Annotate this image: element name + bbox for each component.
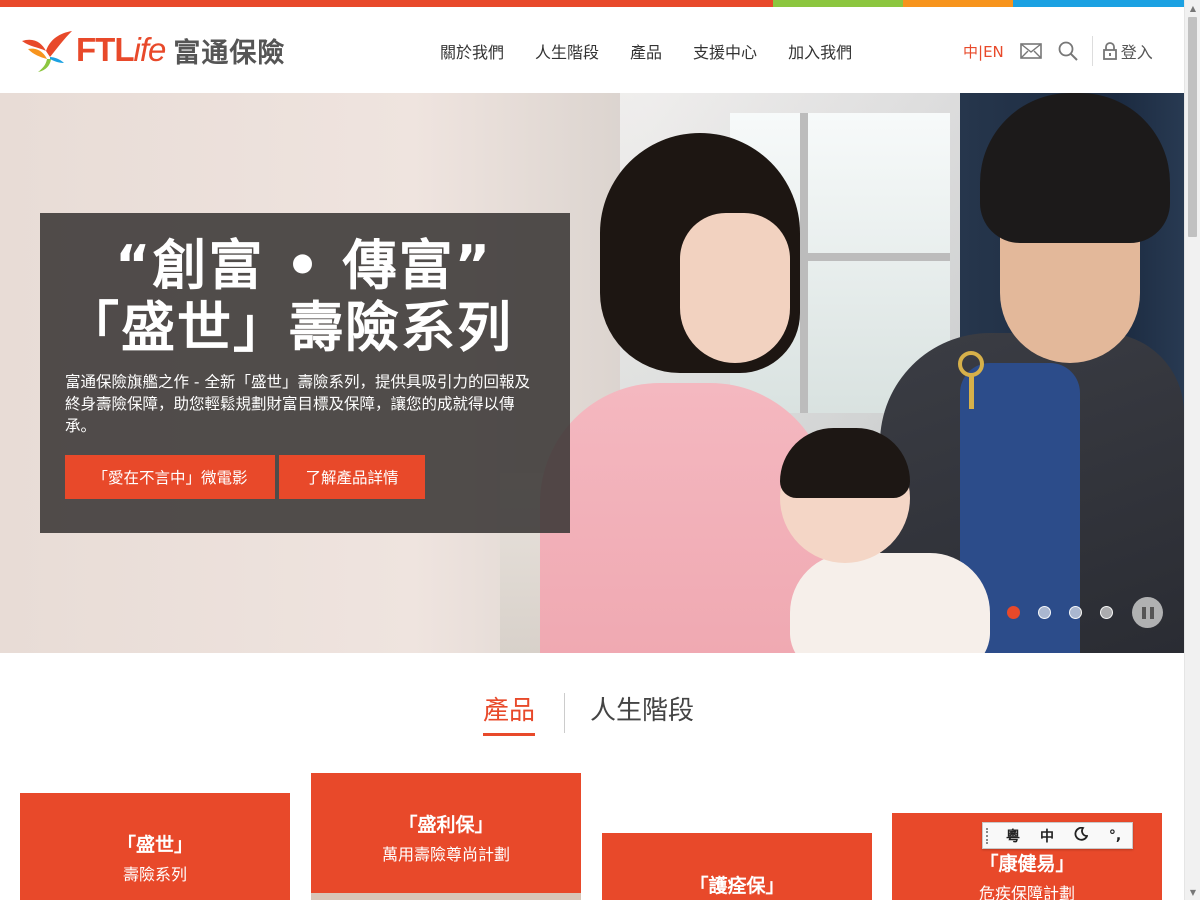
strip-segment-red [0,0,773,7]
golden-key-stem [969,375,974,409]
ime-punctuation-button[interactable]: °, [1098,828,1132,844]
product-subtitle: 危疾保障計劃 [978,884,1075,900]
carousel-dot-4[interactable] [1100,606,1113,619]
scroll-down-icon[interactable]: ▼ [1185,884,1200,900]
tab-life-stages[interactable]: 人生階段 [590,690,694,727]
carousel-dot-1[interactable] [1007,606,1020,619]
top-color-strip [0,0,1184,7]
scroll-up-icon[interactable]: ▲ [1185,0,1200,16]
hero-title-line1: “創富 • 傳富” [115,234,493,297]
hero-baby-body [790,553,990,653]
nav-support-centre[interactable]: 支援中心 [693,39,757,63]
login-button[interactable]: 登入 [1102,39,1153,63]
language-switch: 中|EN [963,41,1004,62]
brand-logo[interactable]: FTLife 富通保險 [20,27,285,73]
carousel-dot-2[interactable] [1038,606,1051,619]
watch-micro-film-button[interactable]: 「愛在不言中」微電影 [65,455,275,499]
product-name: 「盛利保」 [398,814,494,836]
search-icon[interactable] [1058,41,1078,61]
lang-chinese[interactable]: 中 [963,43,978,61]
section-tabs: 產品 人生階段 [0,690,1184,740]
ime-chinese-button[interactable]: 中 [1030,826,1064,846]
carousel-dot-3[interactable] [1069,606,1082,619]
utility-bar: 中|EN 登入 [963,36,1153,66]
logo-ftl: FTL [76,31,134,68]
hero-description: 富通保險旗艦之作 - 全新「盛世」壽險系列，提供具吸引力的回報及終身壽險保障，助… [65,373,530,435]
hero-title-line2: 「盛世」壽險系列 [65,296,513,359]
product-name: 「康健易」 [979,853,1075,875]
hero-title: “創富 • 傳富” 「盛世」壽險系列 [65,235,545,359]
ime-cantonese-button[interactable]: 粵 [996,826,1030,846]
bird-logo-icon [22,31,72,72]
logo-chinese-text: 富通保險 [173,37,286,69]
product-subtitle: 萬用壽險尊尚計劃 [381,845,510,864]
site-header: FTLife 富通保險 關於我們 人生階段 產品 支援中心 加入我們 中|EN … [0,7,1184,93]
main-nav: 關於我們 人生階段 產品 支援中心 加入我們 [440,39,883,63]
tab-divider [564,693,565,733]
moon-icon[interactable] [1064,826,1098,845]
golden-key-icon [958,351,984,377]
product-details-button[interactable]: 了解產品詳情 [279,455,425,499]
strip-segment-blue [1013,0,1184,7]
product-card-shengshi[interactable]: 「盛世」 壽險系列 [20,793,290,900]
carousel-dots [1007,606,1113,619]
nav-join-us[interactable]: 加入我們 [788,39,852,63]
ime-toolbar: 粵 中 °, [982,822,1133,849]
hero-banner: “創富 • 傳富” 「盛世」壽險系列 富通保險旗艦之作 - 全新「盛世」壽險系列… [0,93,1184,653]
logo-ife: ife [133,31,166,68]
logo-latin-text: FTLife [76,31,166,69]
product-subtitle: 壽險系列 [122,865,187,884]
nav-about-us[interactable]: 關於我們 [440,39,504,63]
vertical-scrollbar[interactable]: ▲ ▼ [1184,0,1200,900]
product-name: 「盛世」 [116,834,193,856]
strip-segment-green [773,0,903,7]
product-card-shenglibao[interactable]: 「盛利保」 萬用壽險尊尚計劃 [311,773,581,900]
login-label: 登入 [1120,43,1153,62]
ime-grip-handle[interactable] [986,827,996,844]
mail-icon[interactable] [1019,43,1042,59]
lock-icon [1102,42,1117,60]
scrollbar-thumb[interactable] [1188,17,1197,237]
pause-icon[interactable] [1132,597,1163,628]
hero-button-group: 「愛在不言中」微電影 了解產品詳情 [65,455,545,499]
product-name: 「護痊保」 [689,875,785,897]
hero-woman-face [680,213,790,363]
tab-products[interactable]: 產品 [483,690,536,736]
nav-products[interactable]: 產品 [630,39,662,63]
hero-text-panel: “創富 • 傳富” 「盛世」壽險系列 富通保險旗艦之作 - 全新「盛世」壽險系列… [40,213,570,533]
lang-english[interactable]: EN [983,43,1004,61]
strip-segment-orange [903,0,1013,7]
utility-divider [1091,36,1093,66]
nav-life-stages[interactable]: 人生階段 [535,39,599,63]
product-card-huquanbao[interactable]: 「護痊保」 [602,833,872,900]
product-image [311,893,581,900]
